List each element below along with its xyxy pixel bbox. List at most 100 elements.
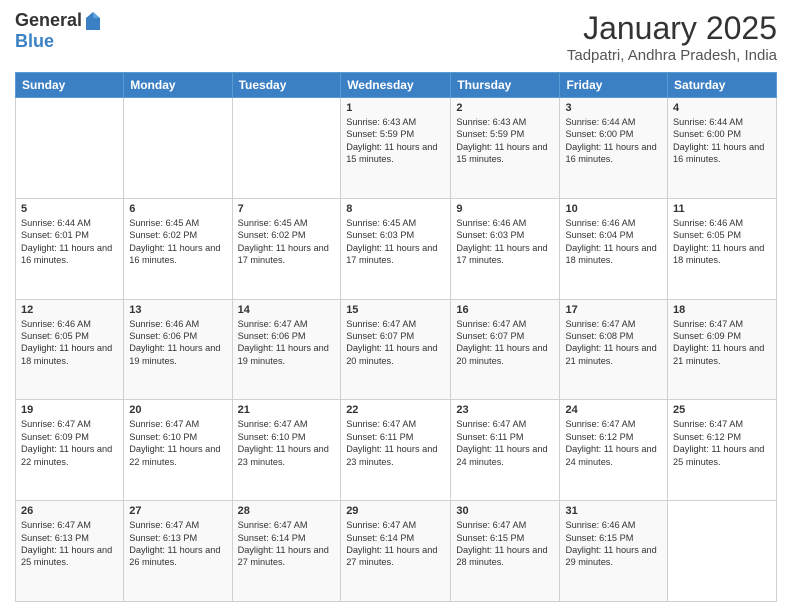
logo: General Blue [15, 10, 102, 52]
calendar-day-20: 20 Sunrise: 6:47 AMSunset: 6:10 PMDayligh… [124, 400, 232, 501]
day-info: Sunrise: 6:45 AMSunset: 6:03 PMDaylight:… [346, 217, 445, 267]
day-number: 22 [346, 404, 445, 416]
day-number: 25 [673, 404, 771, 416]
day-number: 13 [129, 304, 226, 316]
day-info: Sunrise: 6:44 AMSunset: 6:01 PMDaylight:… [21, 217, 118, 267]
calendar-day-31: 31 Sunrise: 6:46 AMSunset: 6:15 PMDayligh… [560, 501, 668, 602]
day-info: Sunrise: 6:47 AMSunset: 6:09 PMDaylight:… [21, 418, 118, 468]
day-info: Sunrise: 6:47 AMSunset: 6:07 PMDaylight:… [456, 318, 554, 368]
calendar-day-5: 5 Sunrise: 6:44 AMSunset: 6:01 PMDaylight… [16, 198, 124, 299]
day-number: 19 [21, 404, 118, 416]
calendar-day-17: 17Sunrise: 6:47 AMSunset: 6:08 PMDayligh… [560, 299, 668, 400]
calendar-day-24: 24 Sunrise: 6:47 AMSunset: 6:12 PMDayligh… [560, 400, 668, 501]
calendar-header-saturday: Saturday [668, 73, 777, 98]
day-number: 15 [346, 304, 445, 316]
day-number: 8 [346, 203, 445, 215]
title-section: January 2025 Tadpatri, Andhra Pradesh, I… [567, 10, 777, 64]
day-number: 31 [565, 505, 662, 517]
day-info: Sunrise: 6:47 AMSunset: 6:10 PMDaylight:… [238, 418, 336, 468]
day-info: Sunrise: 6:44 AMSunset: 6:00 PMDaylight:… [673, 116, 771, 166]
calendar-day-21: 21 Sunrise: 6:47 AMSunset: 6:10 PMDayligh… [232, 400, 341, 501]
day-info: Sunrise: 6:47 AMSunset: 6:14 PMDaylight:… [238, 519, 336, 569]
day-info: Sunrise: 6:47 AMSunset: 6:10 PMDaylight:… [129, 418, 226, 468]
calendar-week-row: 5 Sunrise: 6:44 AMSunset: 6:01 PMDaylight… [16, 198, 777, 299]
calendar-day-9: 9 Sunrise: 6:46 AMSunset: 6:03 PMDaylight… [451, 198, 560, 299]
day-info: Sunrise: 6:47 AMSunset: 6:12 PMDaylight:… [673, 418, 771, 468]
calendar-header-friday: Friday [560, 73, 668, 98]
day-number: 14 [238, 304, 336, 316]
calendar-header-wednesday: Wednesday [341, 73, 451, 98]
calendar-day-15: 15Sunrise: 6:47 AMSunset: 6:07 PMDayligh… [341, 299, 451, 400]
day-info: Sunrise: 6:47 AMSunset: 6:11 PMDaylight:… [346, 418, 445, 468]
calendar-day-23: 23 Sunrise: 6:47 AMSunset: 6:11 PMDayligh… [451, 400, 560, 501]
day-number: 28 [238, 505, 336, 517]
day-number: 23 [456, 404, 554, 416]
day-number: 10 [565, 203, 662, 215]
day-info: Sunrise: 6:47 AMSunset: 6:13 PMDaylight:… [21, 519, 118, 569]
calendar-week-row: 12 Sunrise: 6:46 AMSunset: 6:05 PMDayligh… [16, 299, 777, 400]
day-info: Sunrise: 6:46 AMSunset: 6:06 PMDaylight:… [129, 318, 226, 368]
calendar-header-monday: Monday [124, 73, 232, 98]
day-info: Sunrise: 6:46 AMSunset: 6:05 PMDaylight:… [21, 318, 118, 368]
day-number: 20 [129, 404, 226, 416]
day-number: 24 [565, 404, 662, 416]
calendar-day-7: 7 Sunrise: 6:45 AMSunset: 6:02 PMDaylight… [232, 198, 341, 299]
calendar-day-4: 4 Sunrise: 6:44 AMSunset: 6:00 PMDaylight… [668, 98, 777, 199]
day-number: 29 [346, 505, 445, 517]
day-info: Sunrise: 6:47 AMSunset: 6:11 PMDaylight:… [456, 418, 554, 468]
day-number: 2 [456, 102, 554, 114]
day-number: 9 [456, 203, 554, 215]
day-number: 4 [673, 102, 771, 114]
calendar-table: SundayMondayTuesdayWednesdayThursdayFrid… [15, 72, 777, 602]
day-info: Sunrise: 6:46 AMSunset: 6:04 PMDaylight:… [565, 217, 662, 267]
day-number: 3 [565, 102, 662, 114]
calendar-header-row: SundayMondayTuesdayWednesdayThursdayFrid… [16, 73, 777, 98]
day-number: 16 [456, 304, 554, 316]
month-title: January 2025 [567, 10, 777, 47]
calendar-day-11: 11Sunrise: 6:46 AMSunset: 6:05 PMDayligh… [668, 198, 777, 299]
day-number: 12 [21, 304, 118, 316]
day-info: Sunrise: 6:46 AMSunset: 6:15 PMDaylight:… [565, 519, 662, 569]
calendar-day-29: 29Sunrise: 6:47 AMSunset: 6:14 PMDayligh… [341, 501, 451, 602]
day-info: Sunrise: 6:47 AMSunset: 6:06 PMDaylight:… [238, 318, 336, 368]
calendar-day-28: 28 Sunrise: 6:47 AMSunset: 6:14 PMDayligh… [232, 501, 341, 602]
calendar-day-26: 26 Sunrise: 6:47 AMSunset: 6:13 PMDayligh… [16, 501, 124, 602]
day-info: Sunrise: 6:47 AMSunset: 6:12 PMDaylight:… [565, 418, 662, 468]
calendar-day-16: 16 Sunrise: 6:47 AMSunset: 6:07 PMDayligh… [451, 299, 560, 400]
calendar-header-sunday: Sunday [16, 73, 124, 98]
calendar-day-3: 3 Sunrise: 6:44 AMSunset: 6:00 PMDaylight… [560, 98, 668, 199]
calendar-empty-cell [232, 98, 341, 199]
day-info: Sunrise: 6:44 AMSunset: 6:00 PMDaylight:… [565, 116, 662, 166]
day-number: 6 [129, 203, 226, 215]
calendar-day-27: 27 Sunrise: 6:47 AMSunset: 6:13 PMDayligh… [124, 501, 232, 602]
day-number: 27 [129, 505, 226, 517]
day-number: 26 [21, 505, 118, 517]
calendar-day-14: 14 Sunrise: 6:47 AMSunset: 6:06 PMDayligh… [232, 299, 341, 400]
day-info: Sunrise: 6:46 AMSunset: 6:03 PMDaylight:… [456, 217, 554, 267]
calendar-day-18: 18 Sunrise: 6:47 AMSunset: 6:09 PMDayligh… [668, 299, 777, 400]
calendar-day-10: 10 Sunrise: 6:46 AMSunset: 6:04 PMDayligh… [560, 198, 668, 299]
day-info: Sunrise: 6:45 AMSunset: 6:02 PMDaylight:… [238, 217, 336, 267]
day-number: 5 [21, 203, 118, 215]
calendar-week-row: 19 Sunrise: 6:47 AMSunset: 6:09 PMDayligh… [16, 400, 777, 501]
day-info: Sunrise: 6:47 AMSunset: 6:13 PMDaylight:… [129, 519, 226, 569]
day-info: Sunrise: 6:45 AMSunset: 6:02 PMDaylight:… [129, 217, 226, 267]
calendar-week-row: 1Sunrise: 6:43 AMSunset: 5:59 PMDaylight… [16, 98, 777, 199]
day-number: 30 [456, 505, 554, 517]
day-number: 21 [238, 404, 336, 416]
calendar-day-30: 30Sunrise: 6:47 AMSunset: 6:15 PMDayligh… [451, 501, 560, 602]
day-info: Sunrise: 6:47 AMSunset: 6:09 PMDaylight:… [673, 318, 771, 368]
logo-general-text: General [15, 11, 82, 31]
day-number: 7 [238, 203, 336, 215]
day-number: 11 [673, 203, 771, 215]
logo-icon [84, 10, 102, 32]
page: General Blue January 2025 Tadpatri, Andh… [0, 0, 792, 612]
logo-blue-text: Blue [15, 31, 54, 51]
calendar-empty-cell [124, 98, 232, 199]
day-info: Sunrise: 6:43 AMSunset: 5:59 PMDaylight:… [456, 116, 554, 166]
day-info: Sunrise: 6:43 AMSunset: 5:59 PMDaylight:… [346, 116, 445, 166]
day-number: 18 [673, 304, 771, 316]
location-title: Tadpatri, Andhra Pradesh, India [567, 47, 777, 64]
calendar-empty-cell [668, 501, 777, 602]
calendar-week-row: 26 Sunrise: 6:47 AMSunset: 6:13 PMDayligh… [16, 501, 777, 602]
